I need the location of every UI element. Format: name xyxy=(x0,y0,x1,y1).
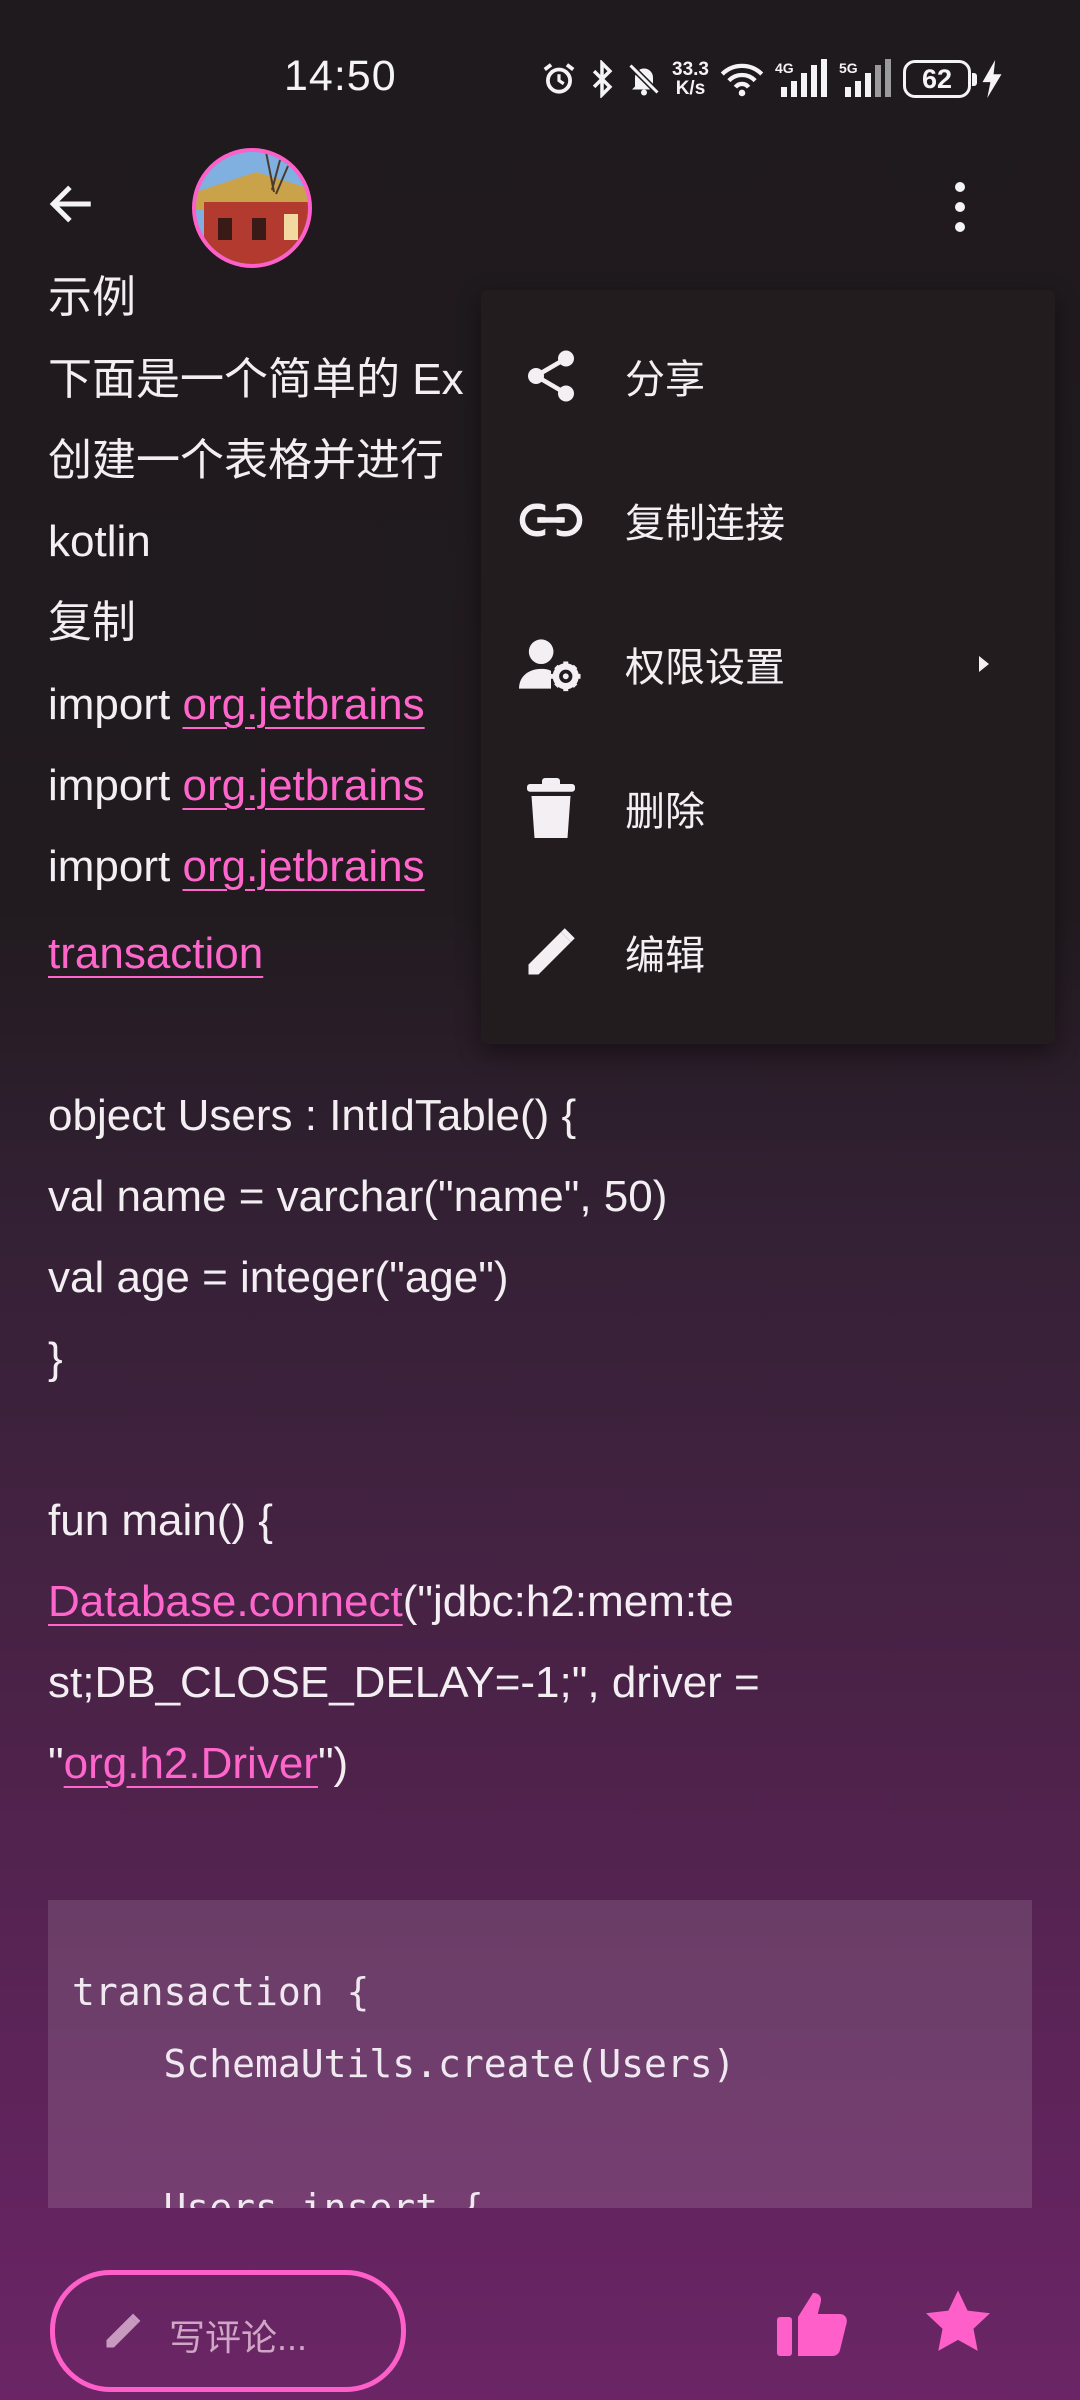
import-link[interactable]: org.jetbrains xyxy=(182,842,424,891)
menu-item-copy-link[interactable]: 复制连接 xyxy=(481,448,1055,592)
battery-level: 62 xyxy=(921,63,952,94)
code-block: transaction { SchemaUtils.create(Users) … xyxy=(48,1900,1032,2208)
menu-item-label: 复制连接 xyxy=(625,502,785,546)
signal-4g-label: 4G xyxy=(775,60,794,76)
menu-item-label: 权限设置 xyxy=(625,646,785,690)
charging-icon xyxy=(982,60,1002,98)
comment-placeholder: 写评论... xyxy=(169,2317,308,2358)
battery-indicator: 62 xyxy=(902,60,977,98)
code-line: Users.insert { xyxy=(72,2186,484,2208)
wifi-icon xyxy=(720,63,764,97)
network-speed-unit: K/s xyxy=(675,78,706,99)
import-keyword: import xyxy=(48,761,183,810)
driver-line: "org.h2.Driver") xyxy=(48,1734,348,1794)
more-vert-icon xyxy=(955,182,965,232)
text-line: object Users : IntIdTable() { xyxy=(48,1091,577,1140)
signal-4g-icon: 4G xyxy=(775,59,827,97)
text-line: st;DB_CLOSE_DELAY=-1;", driver = xyxy=(48,1658,760,1707)
import-line: import org.jetbrains xyxy=(48,756,425,816)
menu-item-label: 分享 xyxy=(625,358,705,402)
menu-item-share[interactable]: 分享 xyxy=(481,304,1055,448)
bluetooth-icon xyxy=(592,60,613,98)
menu-item-permissions[interactable]: 权限设置 xyxy=(481,592,1055,736)
text-line: fun main() { xyxy=(48,1496,273,1545)
favorite-button[interactable] xyxy=(926,2290,990,2357)
share-icon xyxy=(519,344,583,408)
alarm-icon xyxy=(543,63,575,94)
bottom-action-bar: 写评论... xyxy=(0,2208,1080,2400)
transaction-link[interactable]: transaction xyxy=(48,929,263,978)
network-speed-value: 33.3 xyxy=(672,59,709,80)
delete-icon xyxy=(519,776,583,840)
text-line: 示例 xyxy=(48,273,136,322)
import-keyword: import xyxy=(48,842,183,891)
signal-5g-label: 5G xyxy=(839,60,858,76)
import-keyword: import xyxy=(48,680,183,729)
text-line: kotlin xyxy=(48,517,151,566)
status-icons: 33.3 K/s 4G 5G 62 xyxy=(540,56,1003,102)
status-bar: 14:50 33.3 K/s 4G 5G 62 xyxy=(0,0,1080,150)
menu-item-label: 编辑 xyxy=(625,934,705,978)
text-line: val age = integer("age") xyxy=(48,1253,509,1302)
star-icon xyxy=(926,2290,990,2351)
link-icon xyxy=(519,488,583,552)
comment-input[interactable]: 写评论... xyxy=(50,2270,406,2392)
text-line: } xyxy=(48,1334,63,1383)
edit-icon xyxy=(519,920,583,984)
back-button[interactable] xyxy=(40,172,104,236)
import-line: import org.jetbrains xyxy=(48,675,425,735)
import-link[interactable]: org.jetbrains xyxy=(182,680,424,729)
code-line: SchemaUtils.create(Users) xyxy=(72,2042,736,2086)
db-connect-args: ("jdbc:h2:mem:te xyxy=(402,1577,734,1626)
pencil-icon xyxy=(106,2313,141,2348)
import-link[interactable]: org.jetbrains xyxy=(182,761,424,810)
menu-item-delete[interactable]: 删除 xyxy=(481,736,1055,880)
user-settings-icon xyxy=(519,632,583,696)
back-arrow-icon xyxy=(49,185,91,223)
mute-bell-icon xyxy=(628,63,660,96)
overflow-menu: 分享 复制连接 权限设置 删除 编辑 xyxy=(481,290,1055,1044)
menu-item-label: 删除 xyxy=(625,790,705,834)
avatar[interactable] xyxy=(192,148,312,268)
db-connect-line: Database.connect("jdbc:h2:mem:te xyxy=(48,1572,734,1632)
driver-quote-open: " xyxy=(48,1739,64,1788)
avatar-image xyxy=(196,152,308,264)
network-speed: 33.3 K/s xyxy=(672,60,709,98)
text-line: 下面是一个简单的 Ex xyxy=(48,355,464,404)
more-options-button[interactable] xyxy=(940,172,980,242)
text-line: val name = varchar("name", 50) xyxy=(48,1172,668,1221)
code-line: transaction { xyxy=(72,1970,370,2014)
text-line: 创建一个表格并进行 xyxy=(48,436,444,485)
import-line: import org.jetbrains xyxy=(48,837,425,897)
driver-quote-close: ") xyxy=(317,1739,349,1788)
database-connect-link[interactable]: Database.connect xyxy=(48,1577,403,1626)
status-time: 14:50 xyxy=(284,52,397,100)
transaction-line: transaction xyxy=(48,924,263,984)
submenu-arrow-icon xyxy=(979,656,989,672)
like-button[interactable] xyxy=(776,2290,850,2361)
signal-5g-icon: 5G xyxy=(839,59,891,97)
text-line: 复制 xyxy=(48,598,136,647)
driver-link[interactable]: org.h2.Driver xyxy=(64,1739,318,1788)
menu-item-edit[interactable]: 编辑 xyxy=(481,880,1055,1024)
thumbs-up-icon xyxy=(777,2293,847,2356)
